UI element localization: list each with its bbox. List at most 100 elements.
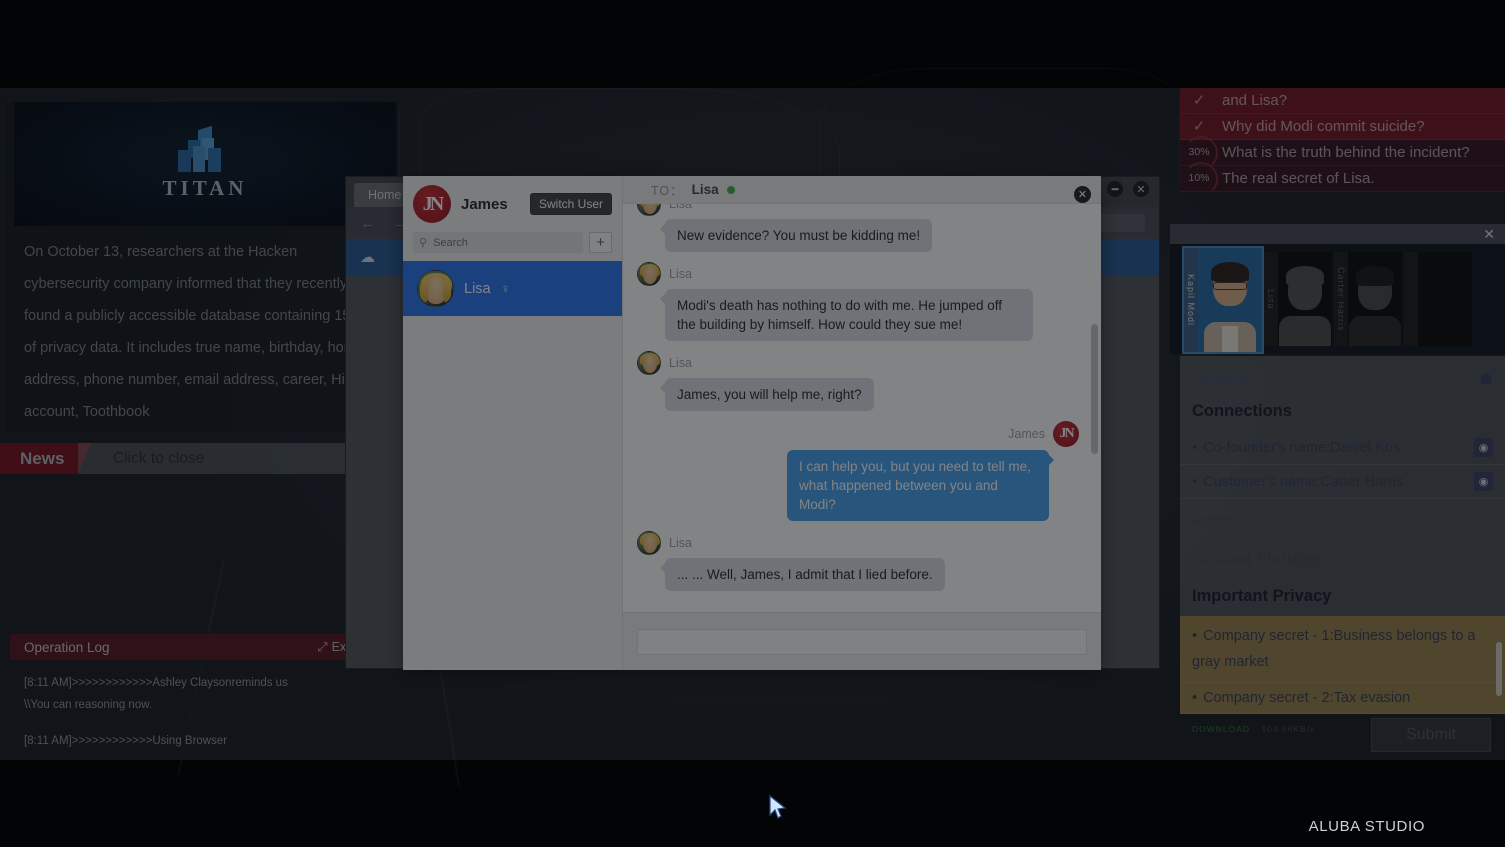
chat-conversation-pane: TO： Lisa Lisa New evidence? You must be … [623, 176, 1101, 670]
expand-arrows-icon: ⤢ [318, 640, 328, 655]
message-bubble-row: James, you will help me, right? [637, 378, 1079, 411]
question-text: The real secret of Lisa. [1222, 169, 1375, 188]
avatar-james: JN [413, 185, 451, 223]
chat-current-user-row: JN James Switch User [403, 176, 622, 232]
dossier-row[interactable]: •Customer's name:Carter Harris ◉ [1180, 465, 1505, 499]
question-text: and Lisa? [1222, 91, 1287, 110]
question-item[interactable]: 10% The real secret of Lisa. [1180, 166, 1505, 192]
dossier-section-heading: Connections [1180, 402, 1505, 431]
check-icon: ✓ [1186, 91, 1212, 110]
chat-window[interactable]: JN James Switch User ⚲ + Lisa ♀ [403, 176, 1101, 670]
log-line: [8:11 AM]>>>>>>>>>>>>Ashley Claysonremin… [24, 672, 368, 694]
switch-user-button[interactable]: Switch User [530, 193, 612, 215]
message-scrollbar[interactable] [1091, 324, 1098, 454]
dossier-row-text: •Company secret - 1:Business belongs to … [1192, 623, 1493, 675]
message-bubble-row: Modi's death has nothing to do with me. … [637, 289, 1079, 341]
log-line [24, 716, 368, 730]
bullet-icon: • [1192, 440, 1197, 456]
message-sender: Lisa [669, 204, 692, 211]
chat-close-icon[interactable]: ✕ [1074, 186, 1091, 203]
message-text: Modi's death has nothing to do with me. … [665, 289, 1033, 341]
question-text: Why did Modi commit suicide? [1222, 117, 1425, 136]
portrait-card-lisa[interactable]: Lisa [1264, 252, 1332, 346]
dossier-footer: DOWNLOAD 103.66KB/s Submit [1180, 714, 1505, 760]
message-sender: Lisa [669, 267, 692, 281]
dossier-panel: ✓ and Lisa? ✓ Why did Modi commit suicid… [1170, 88, 1505, 760]
eye-icon[interactable]: ◉ [1474, 472, 1493, 491]
portrait-card-empty[interactable] [1404, 252, 1472, 346]
portrait-name: Kapil Modi [1184, 248, 1198, 352]
operation-log-title: Operation Log [24, 640, 110, 655]
dossier-tab-row: Network ☗ [1180, 356, 1505, 402]
portrait-strip-header: ✕ [1170, 224, 1505, 244]
screen-root: DRIORD PHAX TITAN On October 13, researc… [0, 0, 1505, 847]
avatar-lisa-small [637, 262, 661, 286]
message-item: Lisa James, you will help me, right? [637, 351, 1079, 411]
chat-sidebar: JN James Switch User ⚲ + Lisa ♀ [403, 176, 623, 670]
avatar-james-small: JN [1053, 421, 1079, 447]
progress-ring: 10% [1186, 169, 1212, 188]
eye-icon[interactable]: ◉ [1474, 438, 1493, 457]
message-sender: Lisa [669, 356, 692, 370]
question-item[interactable]: 30% What is the truth behind the inciden… [1180, 140, 1505, 166]
message-header: Lisa [637, 204, 1079, 216]
question-item[interactable]: ✓ Why did Modi commit suicide? [1180, 114, 1505, 140]
operation-log-header: Operation Log ⤢ Expand [10, 634, 382, 660]
avatar-lisa-small [637, 531, 661, 555]
chat-current-user-name: James [461, 196, 508, 213]
operation-log-panel: Operation Log ⤢ Expand [8:11 AM]>>>>>>>>… [10, 634, 382, 760]
dossier-row[interactable]: •Company secret - 1:Business belongs to … [1180, 616, 1505, 683]
portrait-art [1202, 260, 1258, 352]
message-header: Lisa [637, 262, 1079, 286]
bullet-icon: • [1192, 690, 1197, 706]
portrait-strip: Kapil Modi Lisa Carter Harris [1170, 244, 1505, 354]
message-header: Lisa [637, 531, 1079, 555]
search-input[interactable] [433, 237, 577, 249]
bullet-icon: • [1192, 628, 1197, 644]
dossier-row-text: •Customer's name:Carter Harris [1192, 474, 1403, 490]
news-banner: TITAN [14, 102, 396, 226]
message-sender: James [1008, 427, 1045, 441]
gender-female-icon: ♀ [501, 281, 511, 296]
close-icon[interactable]: ✕ [1483, 226, 1495, 243]
cloud-icon: ☁ [360, 248, 375, 266]
message-text: New evidence? You must be kidding me! [665, 219, 932, 252]
portrait-card-carter-harris[interactable]: Carter Harris [1334, 252, 1402, 346]
arrow-left-icon[interactable]: ← [360, 215, 375, 232]
portrait-card-kapil-modi[interactable]: Kapil Modi [1184, 248, 1262, 352]
download-status: DOWNLOAD 103.66KB/s [1192, 724, 1315, 734]
close-icon[interactable]: ✕ [1133, 181, 1149, 197]
download-speed: 103.66KB/s [1261, 724, 1315, 734]
message-text: I can help you, but you need to tell me,… [787, 450, 1049, 521]
tab-network[interactable]: Network [1192, 371, 1247, 388]
submit-button[interactable]: Submit [1371, 718, 1491, 752]
portrait-strip-panel: ✕ Kapil Modi Lisa Carter Har [1170, 224, 1505, 354]
dossier-row-text: •Company secret - 2:Tax evasion [1192, 690, 1410, 706]
dossier-scrollbar[interactable] [1496, 642, 1502, 696]
news-panel: TITAN On October 13, researchers at the … [6, 102, 398, 432]
chat-message-input[interactable] [637, 629, 1087, 655]
studio-watermark: ALUBA STUDIO [1309, 818, 1425, 835]
message-bubble-row: ... ... Well, James, I admit that I lied… [637, 558, 1079, 591]
chat-to-label: TO： [651, 180, 684, 199]
portrait-name: Carter Harris [1334, 252, 1348, 346]
browser-window-buttons: ━ ✕ [1107, 181, 1149, 197]
add-contact-button[interactable]: + [589, 232, 612, 253]
dossier-row[interactable]: •Company secret - 2:Tax evasion [1180, 683, 1505, 714]
bookmark-icon[interactable]: ☗ [1480, 370, 1493, 388]
log-line: [8:11 AM]>>>>>>>>>>>>Using Browser [24, 730, 368, 752]
contact-list-item-lisa[interactable]: Lisa ♀ [403, 261, 622, 316]
minus-icon[interactable]: ━ [1107, 181, 1123, 197]
message-header: James JN [637, 421, 1079, 447]
question-item[interactable]: ✓ and Lisa? [1180, 88, 1505, 114]
dossier-section-heading-important-privacy: Important Privacy [1180, 573, 1505, 616]
dossier-row[interactable]: •Co-founder's name:Daniel Kos ◉ [1180, 431, 1505, 465]
news-footer-bar[interactable]: News Click to close [0, 443, 398, 474]
log-line: \\You can reasoning now. [24, 694, 368, 716]
avatar-lisa-small [637, 351, 661, 375]
contact-name: Lisa [464, 281, 491, 297]
message-text: James, you will help me, right? [665, 378, 874, 411]
portrait-name: Lisa [1264, 252, 1278, 346]
search-box[interactable]: ⚲ [413, 232, 583, 253]
online-status-icon [727, 186, 735, 194]
